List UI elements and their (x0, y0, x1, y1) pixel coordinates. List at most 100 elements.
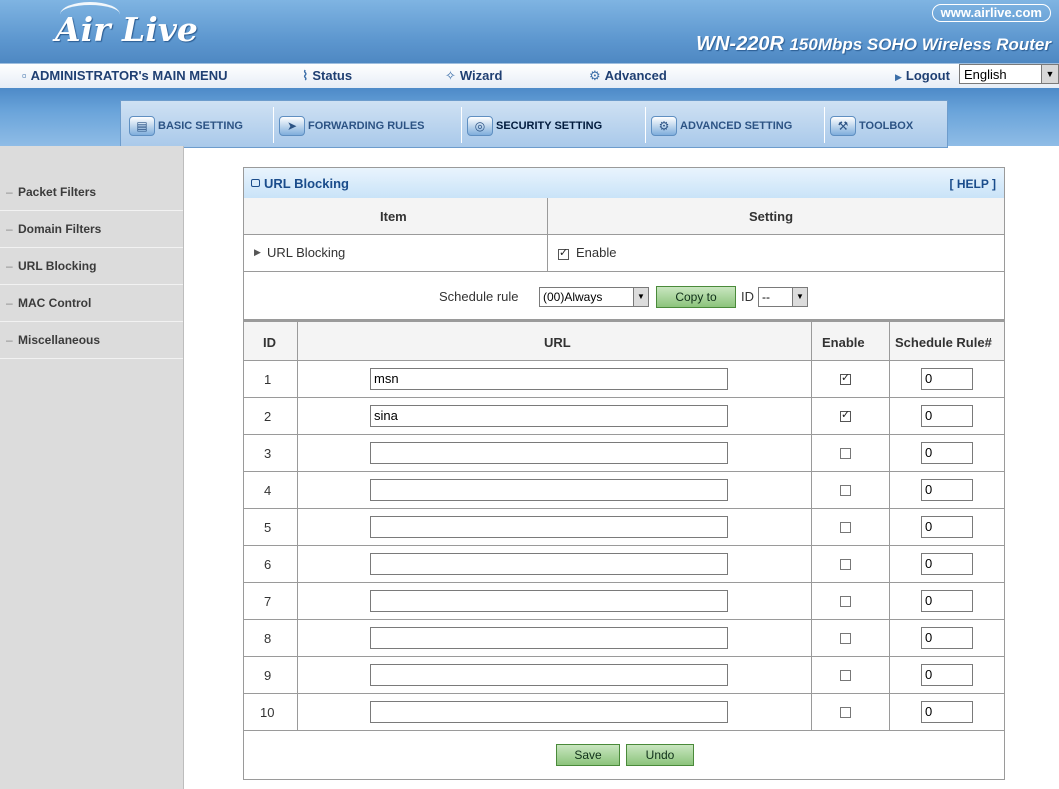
row-enable-checkbox[interactable] (840, 522, 851, 533)
model-desc: 150Mbps SOHO Wireless Router (789, 35, 1051, 54)
site-url[interactable]: www.airlive.com (931, 4, 1051, 22)
save-button[interactable]: Save (556, 744, 620, 766)
row-enable-checkbox[interactable] (840, 596, 851, 607)
schedule-rule-input[interactable]: 0 (921, 479, 973, 501)
row-id: 4 (264, 483, 272, 498)
copy-to-button[interactable]: Copy to (656, 286, 736, 308)
row-enable-checkbox[interactable] (840, 485, 851, 496)
sidebar: – Packet Filters – Domain Filters – URL … (0, 146, 184, 789)
url-input[interactable] (370, 479, 728, 501)
row-id: 9 (264, 668, 272, 683)
arrow-icon: ➤ (279, 116, 305, 136)
sidebar-item-packet-filters[interactable]: – Packet Filters (0, 174, 183, 211)
tab-security-setting[interactable]: ◎ SECURITY SETTING (467, 116, 602, 136)
col-item-header: Item (380, 209, 407, 224)
undo-button[interactable]: Undo (626, 744, 694, 766)
url-input[interactable] (370, 590, 728, 612)
panel-title: URL Blocking (264, 176, 349, 191)
status-icon: ⌇ (302, 68, 309, 83)
row-enable-checkbox[interactable] (840, 448, 851, 459)
url-input[interactable] (370, 553, 728, 575)
menu-advanced[interactable]: ⚙ Advanced (589, 68, 667, 84)
url-blocking-label: URL Blocking (267, 245, 346, 260)
row-id: 8 (264, 631, 272, 646)
menu-wizard[interactable]: ✧ Wizard (445, 68, 502, 84)
language-select[interactable]: English ▼ (959, 64, 1059, 84)
url-input[interactable] (370, 664, 728, 686)
schedule-rule-input[interactable]: 0 (921, 664, 973, 686)
dash-icon: – (6, 333, 13, 347)
tab-forwarding-rules[interactable]: ➤ FORWARDING RULES (279, 116, 425, 136)
item-setting-header (244, 198, 1004, 235)
row-enable-checkbox[interactable] (840, 371, 851, 385)
row-enable-checkbox[interactable] (840, 559, 851, 570)
wizard-icon: ✧ (445, 68, 456, 83)
schedule-rule-input[interactable]: 0 (921, 516, 973, 538)
schedule-rule-input[interactable]: 0 (921, 553, 973, 575)
sidebar-item-domain-filters[interactable]: – Domain Filters (0, 211, 183, 248)
row-enable-checkbox[interactable] (840, 633, 851, 644)
col-setting-header: Setting (749, 209, 794, 224)
url-blocking-panel: URL Blocking [ HELP ] Item Setting ▶ URL… (243, 167, 1005, 780)
th-url: URL (544, 335, 571, 350)
row-enable-checkbox[interactable] (840, 707, 851, 718)
dash-icon: – (6, 222, 13, 236)
th-enable: Enable (822, 335, 865, 350)
sidebar-item-miscellaneous[interactable]: – Miscellaneous (0, 322, 183, 359)
bullet-icon (251, 179, 260, 187)
panel-title-bar: URL Blocking [ HELP ] (244, 168, 1004, 199)
shield-icon: ◎ (467, 116, 493, 136)
chevron-down-icon: ▼ (1041, 65, 1058, 83)
menu-square-icon: ▫ (22, 68, 27, 83)
schedule-rule-input[interactable]: 0 (921, 701, 973, 723)
row-id: 6 (264, 557, 272, 572)
schedule-rule-input[interactable]: 0 (921, 368, 973, 390)
schedule-rule-input[interactable]: 0 (921, 442, 973, 464)
enable-label: Enable (576, 245, 617, 260)
main-menu[interactable]: ▫ ADMINISTRATOR's MAIN MENU (22, 68, 228, 83)
row-id: 3 (264, 446, 272, 461)
row-id: 10 (260, 705, 275, 720)
chevron-down-icon: ▼ (792, 288, 807, 306)
copy-id-select[interactable]: -- ▼ (758, 287, 808, 307)
row-enable-checkbox[interactable] (840, 670, 851, 681)
schedule-rule-input[interactable]: 0 (921, 405, 973, 427)
url-blocking-enable-checkbox[interactable] (558, 246, 569, 260)
triangle-right-icon: ▶ (895, 72, 902, 82)
sidebar-item-url-blocking[interactable]: – URL Blocking (0, 248, 183, 285)
dash-icon: – (6, 185, 13, 199)
id-label: ID (741, 289, 754, 304)
menu-logout[interactable]: ▶ Logout (895, 68, 950, 83)
schedule-rule-select[interactable]: (00)Always ▼ (539, 287, 649, 307)
url-input[interactable] (370, 442, 728, 464)
advanced-icon: ⚙ (589, 68, 601, 83)
menu-status[interactable]: ⌇ Status (302, 68, 352, 84)
dash-icon: – (6, 296, 13, 310)
schedule-rule-input[interactable]: 0 (921, 627, 973, 649)
tab-toolbox[interactable]: ⚒ TOOLBOX (830, 116, 913, 136)
url-input[interactable] (370, 701, 728, 723)
url-input[interactable]: msn (370, 368, 728, 390)
logo: Air Live (55, 10, 198, 49)
url-input[interactable] (370, 627, 728, 649)
row-id: 1 (264, 372, 272, 387)
th-schedule-rule: Schedule Rule# (895, 335, 992, 350)
url-input[interactable]: sina (370, 405, 728, 427)
help-link[interactable]: [ HELP ] (950, 177, 996, 191)
folder-icon: ▤ (129, 116, 155, 136)
sidebar-item-mac-control[interactable]: – MAC Control (0, 285, 183, 322)
row-id: 7 (264, 594, 272, 609)
row-enable-checkbox[interactable] (840, 408, 851, 422)
tab-basic-setting[interactable]: ▤ BASIC SETTING (129, 116, 243, 136)
th-id: ID (263, 335, 276, 350)
url-blocking-row (244, 235, 1004, 272)
url-input[interactable] (370, 516, 728, 538)
model-title: WN-220R 150Mbps SOHO Wireless Router (696, 33, 1051, 56)
url-table-header (244, 320, 1004, 361)
chevron-down-icon: ▼ (633, 288, 648, 306)
gear-icon: ⚙ (651, 116, 677, 136)
toolbox-icon: ⚒ (830, 116, 856, 136)
schedule-rule-input[interactable]: 0 (921, 590, 973, 612)
triangle-right-icon: ▶ (254, 247, 261, 257)
tab-advanced-setting[interactable]: ⚙ ADVANCED SETTING (651, 116, 792, 136)
